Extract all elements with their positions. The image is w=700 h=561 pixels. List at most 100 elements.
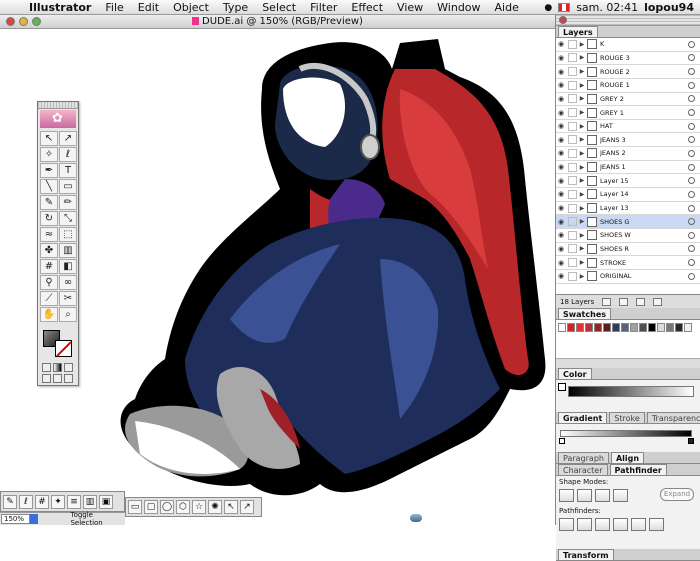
intersect-shape-area-icon[interactable] (595, 489, 610, 502)
tab-transparency[interactable]: Transparency (646, 412, 700, 423)
tab-color[interactable]: Color (558, 368, 592, 379)
target-circle-icon[interactable] (688, 218, 695, 226)
tab-character[interactable]: Character (558, 464, 608, 475)
swatch-chip[interactable] (603, 323, 611, 332)
menu-object[interactable]: Object (166, 1, 216, 14)
menu-aide[interactable]: Aide (488, 1, 526, 14)
pencil-tool-icon[interactable]: ✏ (59, 195, 77, 210)
zoom-dropdown-icon[interactable] (29, 514, 39, 524)
menu-view[interactable]: View (390, 1, 430, 14)
visibility-eye-icon[interactable]: ◉ (556, 68, 566, 76)
visibility-eye-icon[interactable]: ◉ (556, 163, 566, 171)
expand-triangle-icon[interactable]: ▶ (577, 273, 587, 280)
layer-row[interactable]: ◉ ▶ Layer 14 (556, 188, 700, 202)
slice-tool-icon[interactable]: ⟋ (40, 291, 58, 306)
target-circle-icon[interactable] (688, 54, 695, 62)
visibility-eye-icon[interactable]: ◉ (556, 109, 566, 117)
lock-toggle[interactable] (568, 135, 577, 145)
lock-toggle[interactable] (568, 94, 577, 104)
swatch-chip[interactable] (684, 323, 692, 332)
menu-window[interactable]: Window (430, 1, 487, 14)
layer-row[interactable]: ◉ ▶ HAT (556, 120, 700, 134)
swatch-chip[interactable] (639, 323, 647, 332)
expand-triangle-icon[interactable]: ▶ (577, 164, 587, 171)
lock-toggle[interactable] (568, 217, 577, 227)
dock-indicator[interactable] (410, 514, 422, 522)
lasso-icon[interactable]: ℓ (19, 495, 33, 509)
lasso-tool-icon[interactable]: ℓ (59, 147, 77, 162)
clock[interactable]: sam. 02:41 (576, 1, 638, 14)
target-circle-icon[interactable] (688, 95, 695, 103)
expand-triangle-icon[interactable]: ▶ (577, 259, 587, 266)
close-panel-icon[interactable] (559, 16, 567, 24)
layer-row[interactable]: ◉ ▶ SHOES G (556, 215, 700, 229)
target-circle-icon[interactable] (688, 190, 695, 198)
expand-triangle-icon[interactable]: ▶ (577, 191, 587, 198)
make-clipping-mask-icon[interactable] (602, 297, 612, 306)
layers-panel-titlebar[interactable] (556, 15, 700, 26)
expand-triangle-icon[interactable]: ▶ (577, 218, 587, 225)
visibility-eye-icon[interactable]: ◉ (556, 40, 566, 48)
visibility-eye-icon[interactable]: ◉ (556, 177, 566, 185)
layer-row[interactable]: ◉ ▶ JEANS 1 (556, 161, 700, 175)
lock-toggle[interactable] (568, 53, 577, 63)
target-circle-icon[interactable] (688, 272, 695, 280)
direct-pointer-icon[interactable]: ↗ (240, 500, 254, 514)
zoom-level-field[interactable]: 150% (1, 514, 30, 524)
target-circle-icon[interactable] (688, 122, 695, 130)
swatch-chip[interactable] (648, 323, 656, 332)
layer-row[interactable]: ◉ ▶ ROUGE 2 (556, 65, 700, 79)
expand-triangle-icon[interactable]: ▶ (577, 245, 587, 252)
align-icon[interactable]: ≡ (67, 495, 81, 509)
lock-toggle[interactable] (568, 244, 577, 254)
target-circle-icon[interactable] (688, 231, 695, 239)
lock-toggle[interactable] (568, 189, 577, 199)
visibility-eye-icon[interactable]: ◉ (556, 218, 566, 226)
layer-row[interactable]: ◉ ▶ STROKE (556, 256, 700, 270)
layer-row[interactable]: ◉ ▶ SHOES W (556, 229, 700, 243)
polygon-icon[interactable]: ⬡ (176, 500, 190, 514)
lock-toggle[interactable] (568, 148, 577, 158)
menu-filter[interactable]: Filter (303, 1, 344, 14)
expand-triangle-icon[interactable]: ▶ (577, 109, 587, 116)
color-ramp[interactable] (568, 386, 694, 397)
menu-select[interactable]: Select (255, 1, 303, 14)
visibility-eye-icon[interactable]: ◉ (556, 272, 566, 280)
gradient-stop-left[interactable] (559, 438, 565, 444)
visibility-eye-icon[interactable]: ◉ (556, 122, 566, 130)
hand-tool-icon[interactable]: ✋ (40, 307, 58, 322)
user-name[interactable]: lopou94 (644, 1, 694, 14)
visibility-eye-icon[interactable]: ◉ (556, 245, 566, 253)
subtract-shape-area-icon[interactable] (577, 489, 592, 502)
lock-toggle[interactable] (568, 258, 577, 268)
gradient-tool-icon[interactable]: ◧ (59, 259, 77, 274)
layer-row[interactable]: ◉ ▶ ROUGE 1 (556, 79, 700, 93)
type-tool-icon[interactable]: T (59, 163, 77, 178)
magic-wand-tool-icon[interactable]: ✧ (40, 147, 58, 162)
gradient-bar[interactable] (560, 430, 692, 437)
expand-triangle-icon[interactable]: ▶ (577, 68, 587, 75)
layer-row[interactable]: ◉ ▶ JEANS 3 (556, 133, 700, 148)
target-circle-icon[interactable] (688, 204, 695, 212)
rotate-tool-icon[interactable]: ↻ (40, 211, 58, 226)
visibility-eye-icon[interactable]: ◉ (556, 136, 566, 144)
layer-row[interactable]: ◉ ▶ GREY 2 (556, 93, 700, 107)
flare-icon[interactable]: ✺ (208, 500, 222, 514)
warp-tool-icon[interactable]: ≈ (40, 227, 58, 242)
target-circle-icon[interactable] (688, 177, 695, 185)
lock-toggle[interactable] (568, 203, 577, 213)
visibility-eye-icon[interactable]: ◉ (556, 231, 566, 239)
expand-triangle-icon[interactable]: ▶ (577, 82, 587, 89)
grid-icon[interactable]: # (35, 495, 49, 509)
tab-layers[interactable]: Layers (558, 26, 598, 37)
target-circle-icon[interactable] (688, 68, 695, 76)
expand-triangle-icon[interactable]: ▶ (577, 95, 587, 102)
swatch-chip[interactable] (675, 323, 683, 332)
standard-screen-icon[interactable] (42, 374, 51, 383)
visibility-eye-icon[interactable]: ◉ (556, 95, 566, 103)
tab-stroke[interactable]: Stroke (609, 412, 645, 423)
layer-row[interactable]: ◉ ▶ ROUGE 3 (556, 52, 700, 66)
target-circle-icon[interactable] (688, 109, 695, 117)
full-screen-icon[interactable] (64, 374, 73, 383)
stroke-color-swatch[interactable] (55, 340, 72, 357)
